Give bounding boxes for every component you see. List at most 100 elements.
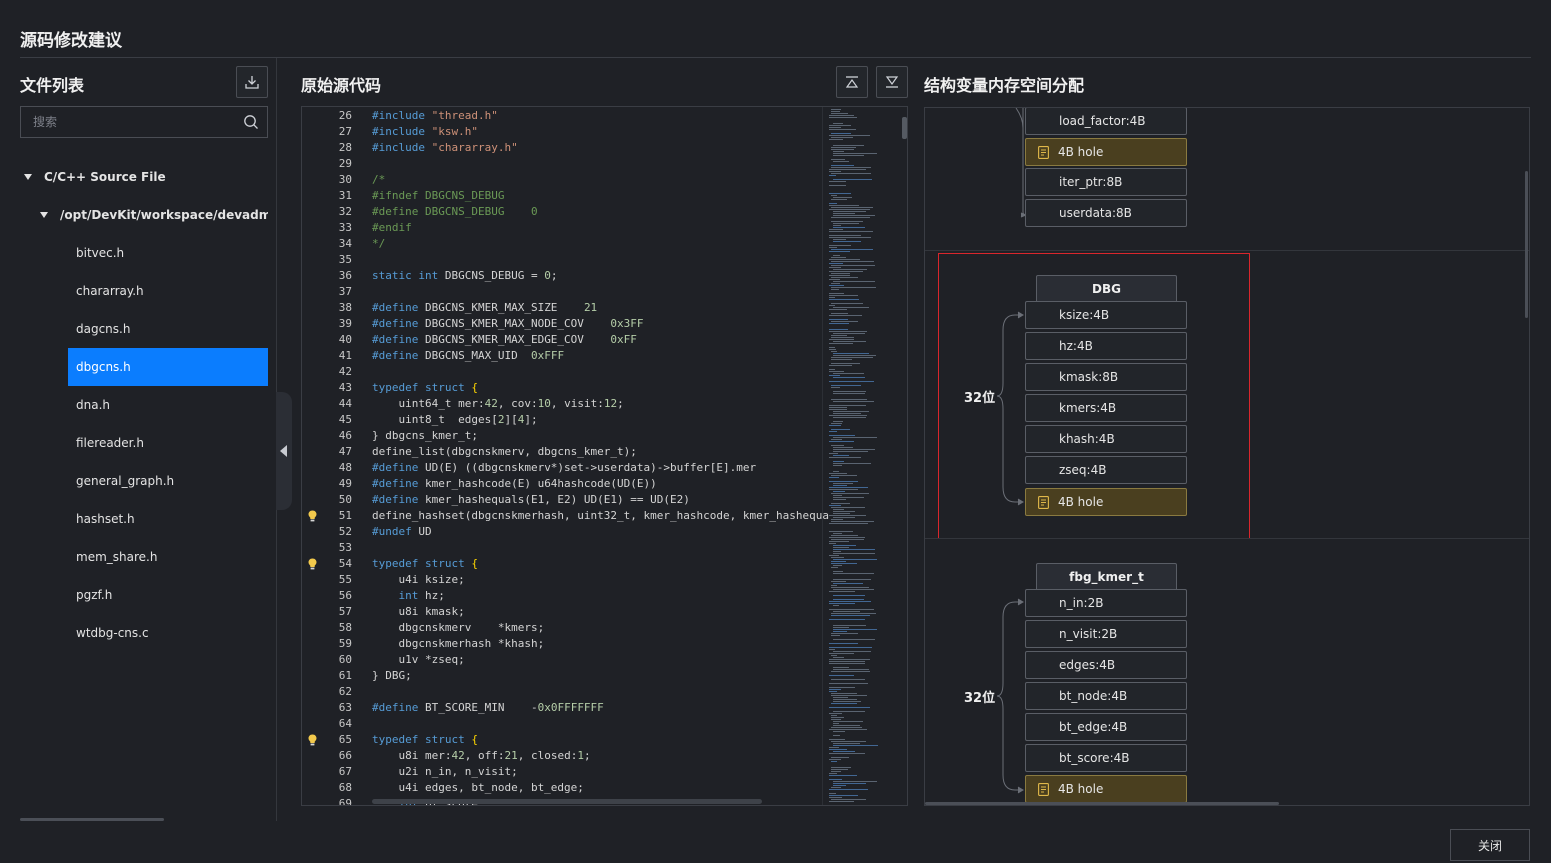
struct-field[interactable]: n_visit:2B (1025, 620, 1187, 648)
struct-field[interactable]: bt_node:4B (1025, 682, 1187, 710)
tree-node-source-root[interactable]: C/C++ Source File (20, 158, 268, 196)
minimap-line (833, 495, 842, 496)
caret-down-icon[interactable] (24, 174, 32, 180)
line-source: uint8_t edges[2][4]; (372, 413, 538, 426)
file-search-input[interactable] (21, 107, 236, 137)
file-item-dagcns[interactable]: dagcns.h (20, 310, 268, 348)
code-editor[interactable]: 26 #include "thread.h" 27 #include "ksw.h" 2… (301, 106, 908, 806)
minimap-line (833, 393, 865, 394)
file-item-dna[interactable]: dna.h (20, 386, 268, 424)
struct-hole-field[interactable]: 4B hole (1025, 775, 1187, 803)
caret-down-icon[interactable] (40, 212, 48, 218)
line-number: 36 (338, 269, 352, 282)
source-code-title: 原始源代码 (301, 76, 382, 95)
hole-label: 4B hole (1058, 782, 1104, 796)
minimap-line (829, 683, 868, 684)
code-line: 28 #include "chararray.h" (302, 140, 822, 156)
minimap-line (833, 225, 841, 226)
file-item-general-graph[interactable]: general_graph.h (20, 462, 268, 500)
lightbulb-icon[interactable] (308, 558, 317, 570)
minimap-line (831, 635, 840, 636)
collapse-panel-toggle[interactable] (276, 392, 292, 510)
close-button[interactable]: 关闭 (1450, 829, 1530, 861)
struct-field[interactable]: iter_ptr:8B (1025, 168, 1187, 196)
minimap-line (829, 603, 855, 604)
struct-horizontal-scrollbar[interactable] (925, 802, 1279, 805)
line-source: #endif (372, 221, 412, 234)
file-item-filereader[interactable]: filereader.h (20, 424, 268, 462)
code-line: 51 define_hashset(dbgcnskmerhash, uint32_… (302, 508, 829, 524)
line-number: 43 (338, 381, 352, 394)
minimap-line (831, 137, 853, 138)
minimap-line (833, 491, 845, 492)
minimap-line (831, 359, 852, 360)
struct-vertical-scrollbar[interactable] (1525, 171, 1528, 318)
minimap-line (831, 335, 847, 336)
file-item-wtdbg-cns[interactable]: wtdbg-cns.c (20, 614, 268, 652)
minimap-line (833, 721, 863, 722)
file-item-hashset[interactable]: hashset.h (20, 500, 268, 538)
lightbulb-icon[interactable] (308, 734, 317, 746)
struct-field[interactable]: bt_score:4B (1025, 744, 1187, 772)
minimap-line (829, 343, 853, 344)
file-item-chararray[interactable]: chararray.h (20, 272, 268, 310)
scroll-bottom-button[interactable] (876, 66, 908, 98)
struct-separator (925, 538, 1529, 539)
minimap-line (831, 283, 840, 284)
struct-field[interactable]: edges:4B (1025, 651, 1187, 679)
code-vertical-scrollbar[interactable] (902, 117, 907, 139)
struct-field[interactable]: hz:4B (1025, 332, 1187, 360)
minimap-line (829, 125, 851, 126)
minimap-line (833, 153, 877, 154)
file-item-pgzf[interactable]: pgzf.h (20, 576, 268, 614)
code-line: 57 u8i kmask; (302, 604, 822, 620)
tree-node-folder[interactable]: /opt/DevKit/workspace/devadmin/at (20, 196, 268, 234)
struct-field[interactable]: khash:4B (1025, 425, 1187, 453)
minimap-line (829, 773, 837, 774)
struct-field[interactable]: kmask:8B (1025, 363, 1187, 391)
struct-name-fbg-kmer-t[interactable]: fbg_kmer_t (1036, 563, 1177, 591)
struct-field[interactable]: load_factor:4B (1025, 108, 1187, 135)
file-item-dbgcns-selected[interactable]: dbgcns.h (68, 348, 268, 386)
minimap-line (833, 373, 864, 374)
struct-hole-field[interactable]: 4B hole (1025, 138, 1187, 166)
line-number: 54 (338, 557, 352, 570)
minimap-line (829, 793, 836, 794)
minimap-line (833, 783, 866, 784)
file-item-bitvec[interactable]: bitvec.h (20, 234, 268, 272)
struct-hole-field[interactable]: 4B hole (1025, 488, 1187, 516)
code-line: 36 static int DBGCNS_DEBUG = 0; (302, 268, 822, 284)
struct-name-dbg[interactable]: DBG (1036, 275, 1177, 303)
export-button[interactable] (236, 66, 268, 98)
struct-field[interactable]: kmers:4B (1025, 394, 1187, 422)
struct-field[interactable]: userdata:8B (1025, 199, 1187, 227)
code-minimap[interactable] (822, 107, 902, 805)
code-horizontal-scrollbar[interactable] (372, 799, 762, 804)
struct-field[interactable]: n_in:2B (1025, 589, 1187, 617)
line-source: #include "ksw.h" (372, 125, 478, 138)
minimap-line (829, 543, 836, 544)
minimap-line (829, 753, 865, 754)
search-icon[interactable] (243, 114, 259, 130)
struct-field[interactable]: zseq:4B (1025, 456, 1187, 484)
minimap-line (831, 613, 876, 614)
minimap-line (831, 133, 851, 134)
file-item-mem-share[interactable]: mem_share.h (20, 538, 268, 576)
minimap-line (833, 781, 877, 782)
minimap-line (829, 369, 835, 370)
struct-layout-view[interactable]: load_factor:4B 4B hole iter_ptr:8B userd… (924, 107, 1530, 806)
minimap-line (831, 321, 858, 322)
file-list-scrollbar[interactable] (20, 818, 164, 821)
line-source: #define DBGCNS_KMER_MAX_NODE_COV 0x3FF (372, 317, 644, 330)
struct-field[interactable]: bt_edge:4B (1025, 713, 1187, 741)
minimap-line (833, 413, 861, 414)
lightbulb-icon[interactable] (308, 510, 317, 522)
scroll-top-button[interactable] (836, 66, 868, 98)
minimap-line (829, 117, 857, 118)
minimap-line (833, 629, 877, 630)
code-line: 60 u1v *zseq; (302, 652, 822, 668)
struct-field[interactable]: ksize:4B (1025, 301, 1187, 329)
minimap-line (829, 435, 855, 436)
minimap-line (833, 725, 860, 726)
minimap-line (831, 195, 837, 196)
